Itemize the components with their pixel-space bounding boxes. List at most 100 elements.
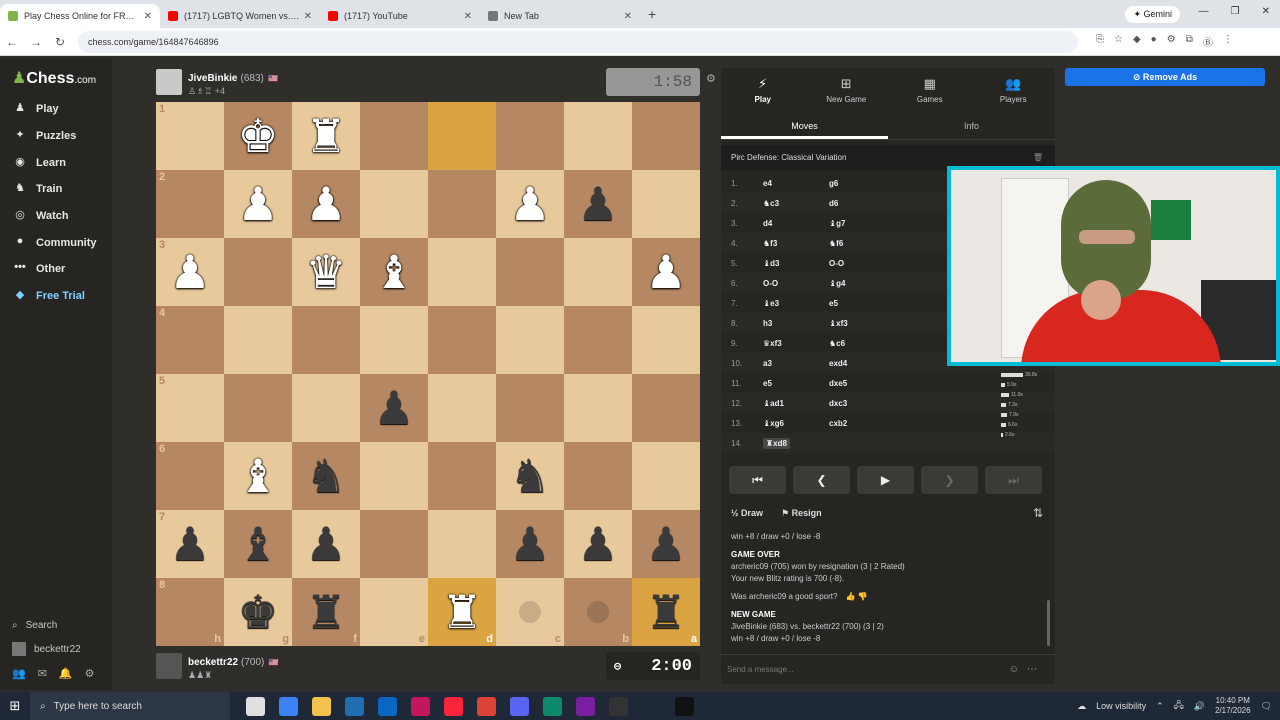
board-square[interactable]: ♟ (496, 170, 564, 238)
black-move[interactable]: ♝g7 (829, 219, 909, 228)
board-square[interactable]: 8h (156, 578, 224, 646)
taskbar-app-icon[interactable] (642, 696, 661, 716)
white-move[interactable]: e5 (763, 379, 829, 388)
board-square[interactable] (360, 510, 428, 578)
black-pawn-icon[interactable]: ♟ (645, 521, 686, 567)
black-pawn-icon[interactable]: ♟ (577, 181, 618, 227)
install-icon[interactable]: ⎘ (1096, 34, 1104, 49)
tab-info[interactable]: Info (888, 112, 1055, 139)
resign-button[interactable]: ⚑ Resign (781, 508, 822, 519)
board-square[interactable]: b (564, 578, 632, 646)
close-window-icon[interactable]: ✕ (1262, 6, 1270, 17)
board-square[interactable] (496, 374, 564, 442)
next-move-button[interactable]: ❯ (921, 466, 978, 494)
first-move-button[interactable]: ⏮ (729, 466, 786, 494)
tab-moves[interactable]: Moves (721, 112, 888, 139)
black-move[interactable]: ♞c6 (829, 339, 909, 348)
remove-ads-button[interactable]: ⊘ Remove Ads (1065, 68, 1265, 86)
board-square[interactable]: 2 (156, 170, 224, 238)
board-square[interactable] (564, 374, 632, 442)
taskbar-app-icon[interactable] (378, 696, 397, 716)
white-move[interactable]: ♞f3 (763, 239, 829, 248)
sidebar-item-other[interactable]: ••• Other (0, 256, 112, 283)
browser-tab[interactable]: (1717) YouTube ✕ (320, 4, 480, 28)
back-icon[interactable]: ← (0, 35, 24, 49)
board-square[interactable]: ♞ (496, 442, 564, 510)
white-pawn-icon[interactable]: ♟ (645, 249, 686, 295)
player-name[interactable]: beckettr22 (188, 657, 238, 668)
board-square[interactable]: 4 (156, 306, 224, 374)
board-square[interactable]: 6 (156, 442, 224, 510)
board-square[interactable]: ♟ (632, 510, 700, 578)
board-square[interactable]: ♟ (564, 510, 632, 578)
puzzle-icon[interactable]: ⧉ (1186, 34, 1193, 49)
black-knight-icon[interactable]: ♞ (305, 453, 346, 499)
board-square[interactable]: 5 (156, 374, 224, 442)
black-move[interactable]: O-O (829, 259, 909, 268)
taskbar-app-icon[interactable] (576, 696, 595, 716)
taskbar-app-icon[interactable] (543, 696, 562, 716)
visibility-status[interactable]: Low visibility (1096, 701, 1146, 711)
tab-close-icon[interactable]: ✕ (624, 11, 632, 22)
board-square[interactable]: ♝ (360, 238, 428, 306)
board-square[interactable] (360, 306, 428, 374)
taskbar-clock[interactable]: 10:40 PM 2/17/2026 (1215, 696, 1251, 716)
taskbar-search[interactable]: ⌕ Type here to search (30, 692, 230, 720)
taskbar-app-icon[interactable] (411, 696, 430, 716)
tab-players[interactable]: 👥 Players (972, 68, 1056, 112)
bookmark-star-icon[interactable]: ☆ (1114, 34, 1123, 49)
board-square[interactable] (632, 306, 700, 374)
board-square[interactable]: 7 ♟ (156, 510, 224, 578)
board-square[interactable]: ♛ (292, 238, 360, 306)
tab-games[interactable]: ▦ Games (888, 68, 972, 112)
board-square[interactable] (292, 374, 360, 442)
thumbs-up-icon[interactable]: 👍 (845, 592, 855, 601)
white-king-icon[interactable]: ♚ (237, 113, 278, 159)
board-square[interactable]: a ♜ (632, 578, 700, 646)
sidebar-search[interactable]: ⌕ Search (0, 613, 112, 637)
board-square[interactable]: ♟ (292, 510, 360, 578)
sidebar-item-puzzles[interactable]: ✦ Puzzles (0, 123, 112, 150)
forward-icon[interactable]: → (24, 35, 48, 49)
board-square[interactable]: 1 (156, 102, 224, 170)
black-knight-icon[interactable]: ♞ (509, 453, 550, 499)
extension-icon[interactable]: ◆ (1133, 34, 1141, 49)
black-king-icon[interactable]: ♚ (237, 589, 278, 635)
taskbar-app-icon[interactable] (510, 696, 529, 716)
white-bishop-icon[interactable]: ♝ (373, 249, 414, 295)
tab-close-icon[interactable]: ✕ (304, 11, 312, 22)
sidebar-user[interactable]: beckettr22 (0, 637, 112, 661)
notification-center-icon[interactable]: 🗨 (1261, 701, 1272, 712)
notifications-icon[interactable]: 🔔 (59, 667, 73, 680)
board-square[interactable] (224, 238, 292, 306)
board-square[interactable]: ♟ (632, 238, 700, 306)
board-square[interactable] (224, 306, 292, 374)
board-square[interactable] (496, 306, 564, 374)
play-button[interactable]: ▶ (857, 466, 914, 494)
extension-icon[interactable]: ⚙ (1167, 34, 1176, 49)
board-square[interactable]: ♟ (496, 510, 564, 578)
board-square[interactable] (632, 442, 700, 510)
board-square[interactable] (428, 442, 496, 510)
board-square[interactable]: ♟ (292, 170, 360, 238)
board-square[interactable] (564, 238, 632, 306)
black-move[interactable]: exd4 (829, 359, 909, 368)
gemini-button[interactable]: ✦ Gemini (1125, 6, 1180, 23)
white-move[interactable]: ♞c3 (763, 199, 829, 208)
browser-tab[interactable]: Play Chess Online for FREE - 2 Million..… (0, 4, 160, 28)
board-square[interactable]: ♝ (224, 510, 292, 578)
new-tab-icon[interactable]: + (648, 6, 656, 22)
board-square[interactable]: ♟ (564, 170, 632, 238)
move-hint-dot[interactable] (587, 601, 609, 623)
board-square[interactable] (292, 306, 360, 374)
white-rook-icon[interactable]: ♜ (441, 589, 482, 635)
white-move[interactable]: d4 (763, 219, 829, 228)
black-pawn-icon[interactable]: ♟ (169, 521, 210, 567)
black-move[interactable]: ♞f6 (829, 239, 909, 248)
board-square[interactable] (496, 102, 564, 170)
board-square[interactable] (564, 102, 632, 170)
tab-close-icon[interactable]: ✕ (464, 11, 472, 22)
board-square[interactable] (428, 374, 496, 442)
sidebar-item-free-trial[interactable]: ◆ Free Trial (0, 283, 112, 310)
black-rook-icon[interactable]: ♜ (645, 589, 686, 635)
